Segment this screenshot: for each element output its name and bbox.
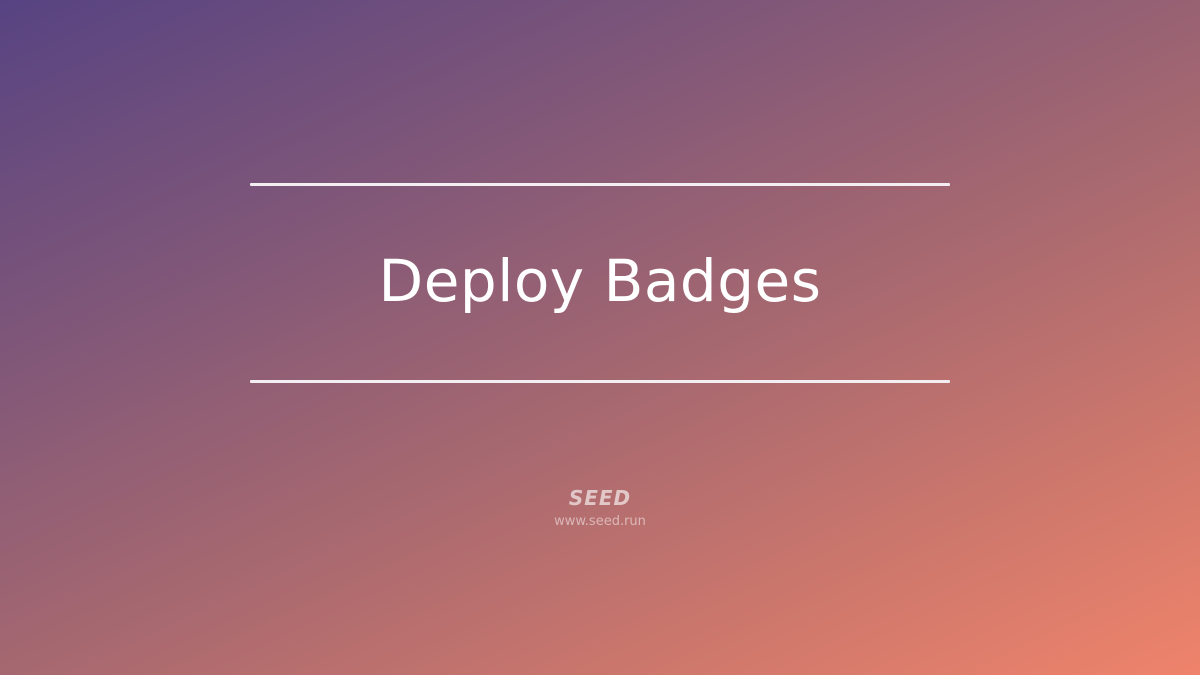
page-title: Deploy Badges — [378, 247, 822, 315]
brand-logo-text: SEED — [568, 486, 632, 510]
top-divider — [250, 183, 950, 186]
bottom-divider — [250, 380, 950, 383]
brand-url: www.seed.run — [554, 514, 646, 529]
